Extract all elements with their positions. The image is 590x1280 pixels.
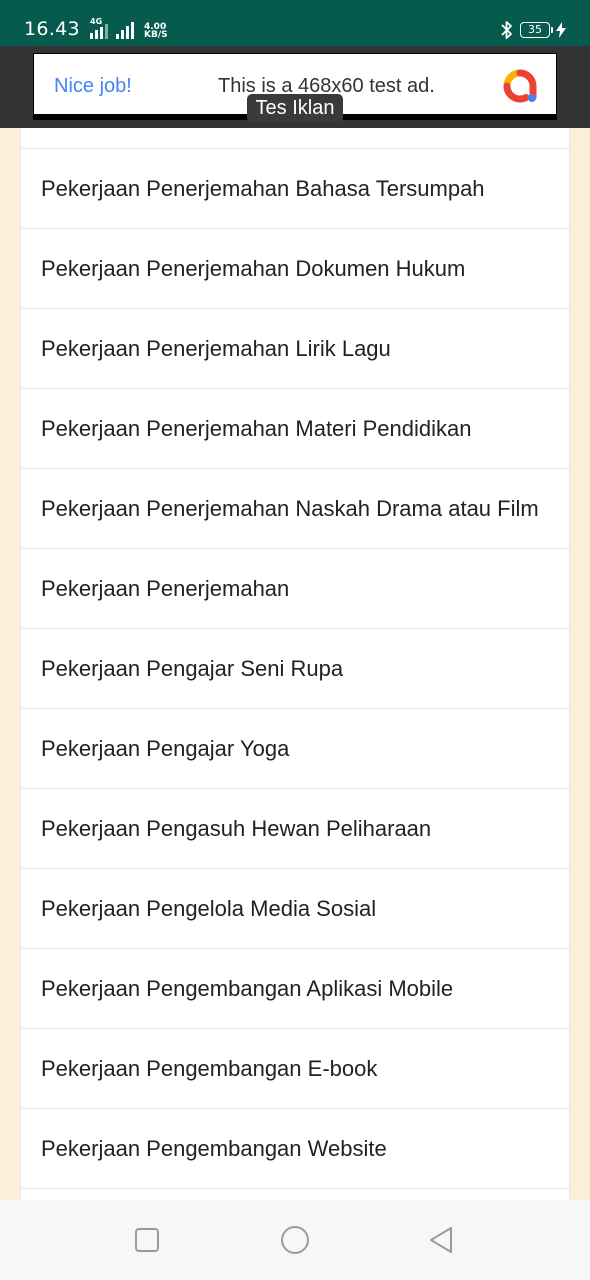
back-triangle-icon <box>430 1227 452 1253</box>
recent-apps-button[interactable] <box>131 1224 163 1256</box>
list-item-partial[interactable] <box>21 128 569 149</box>
square-icon <box>135 1228 159 1252</box>
status-bar: 16.43 4G 4.00 KB/S 35 <box>0 0 590 46</box>
list-item[interactable]: Pekerjaan Penerjemahan Bahasa Tersumpah <box>21 149 569 229</box>
list-item[interactable]: Pekerjaan Penerjemahan Materi Pendidikan <box>21 389 569 469</box>
list-item[interactable]: Pekerjaan Pengajar Yoga <box>21 709 569 789</box>
home-button[interactable] <box>279 1224 311 1256</box>
status-time: 16.43 <box>24 18 80 40</box>
charging-icon <box>556 22 566 38</box>
list-item[interactable]: Pekerjaan Penerjemahan Naskah Drama atau… <box>21 469 569 549</box>
network-speed: 4.00 KB/S <box>144 23 168 40</box>
status-left-icons: 4G 4.00 KB/S <box>88 17 168 40</box>
status-right-icons: 35 <box>500 20 566 40</box>
circle-icon <box>281 1226 309 1254</box>
list-item[interactable]: Pekerjaan Pengembangan Aplikasi Mobile <box>21 949 569 1029</box>
list-item[interactable]: Pekerjaan Pengembangan Website <box>21 1109 569 1189</box>
ad-headline: Nice job! <box>54 75 132 97</box>
list-item[interactable]: Pekerjaan Pengasuh Hewan Peliharaan <box>21 789 569 869</box>
signal-4g-icon: 4G <box>88 17 110 39</box>
list-item[interactable]: Pekerjaan Penerjemahan Lirik Lagu <box>21 309 569 389</box>
job-list: Pekerjaan Penerjemahan Bahasa Tersumpah P… <box>20 128 570 1200</box>
list-item[interactable]: Pekerjaan Penerjemahan <box>21 549 569 629</box>
bluetooth-icon <box>501 21 512 39</box>
signal-strength-icon <box>116 21 134 39</box>
list-item[interactable]: Pekerjaan Pengembangan E-book <box>21 1029 569 1109</box>
battery-icon: 35 <box>520 22 553 38</box>
ad-logo-icon <box>503 69 537 103</box>
list-item[interactable]: Pekerjaan Pengelola Media Sosial <box>21 869 569 949</box>
network-speed-unit: KB/S <box>144 30 168 40</box>
list-item[interactable]: Pekerjaan Pengajar Seni Rupa <box>21 629 569 709</box>
battery-level: 35 <box>528 23 542 36</box>
back-button[interactable] <box>426 1224 458 1256</box>
ad-banner-container: Nice job! This is a 468x60 test ad. Tes … <box>0 46 590 128</box>
navigation-bar <box>0 1200 590 1280</box>
ad-label: Tes Iklan <box>247 94 343 122</box>
list-item[interactable]: Pekerjaan Penerjemahan Dokumen Hukum <box>21 229 569 309</box>
